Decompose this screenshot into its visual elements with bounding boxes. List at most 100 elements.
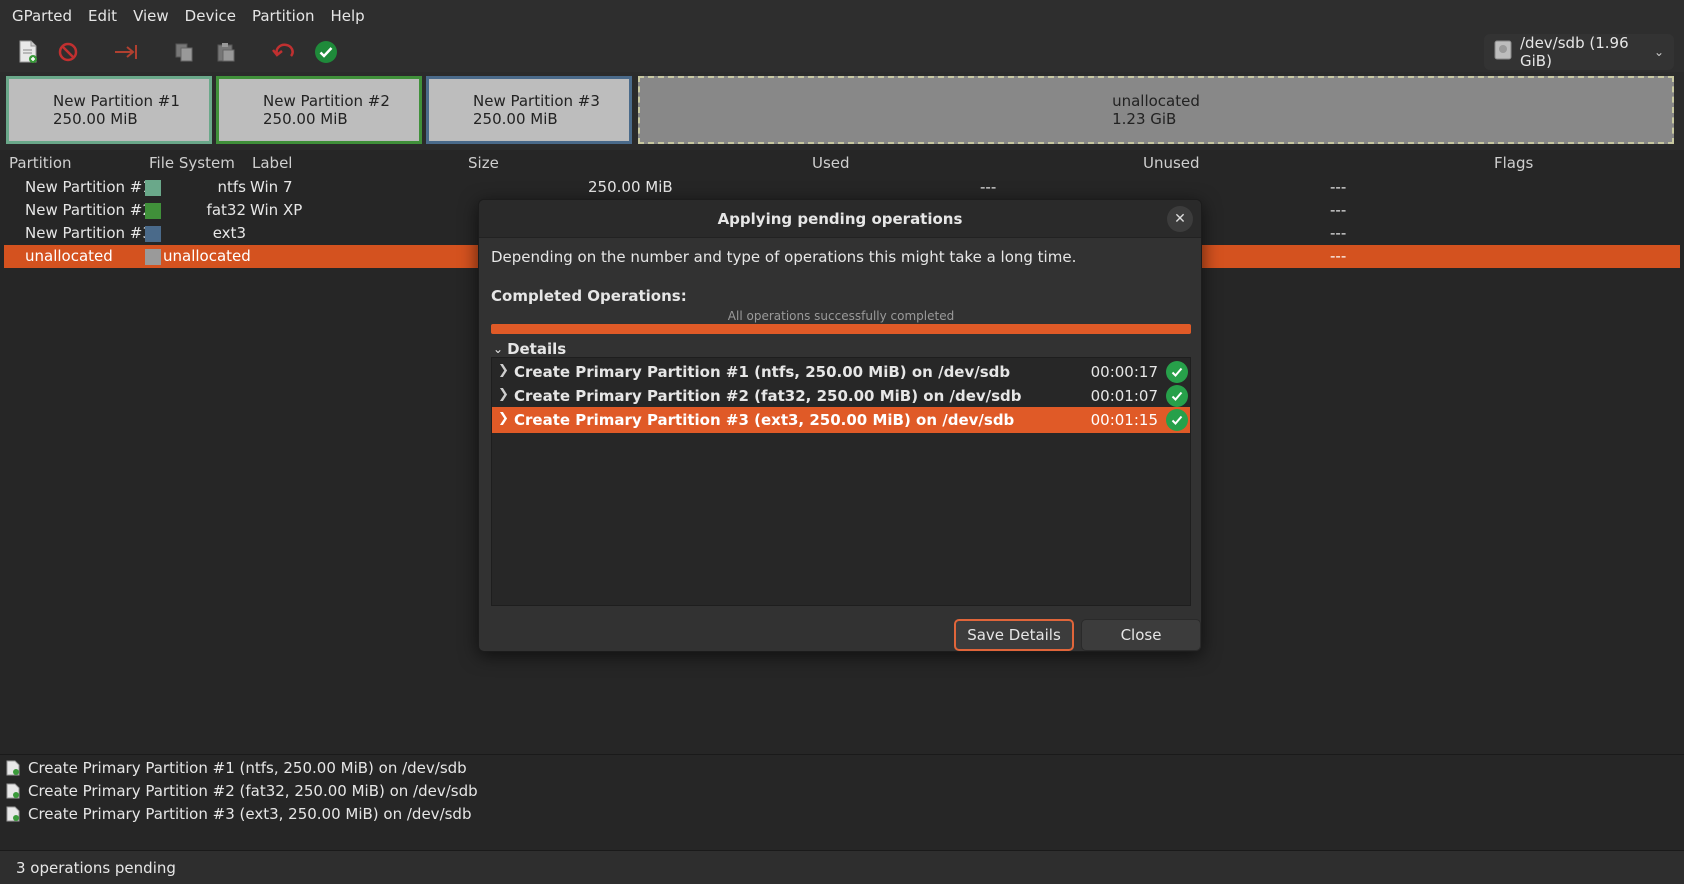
menu-gparted[interactable]: GParted: [4, 7, 80, 25]
cell-partition: New Partition #2: [25, 201, 152, 219]
chevron-right-icon[interactable]: ❯: [498, 411, 509, 426]
status-bar: 3 operations pending: [0, 850, 1684, 884]
cell-unused: ---: [1330, 224, 1347, 242]
close-icon[interactable]: ✕: [1167, 206, 1193, 232]
chevron-right-icon[interactable]: ❯: [498, 363, 509, 378]
cell-filesystem: fat32: [206, 201, 246, 219]
table-row[interactable]: New Partition #1 ntfs Win 7 250.00 MiB -…: [4, 176, 1680, 199]
column-header-unused[interactable]: Unused: [1143, 154, 1200, 172]
dialog-title: Applying pending operations: [479, 200, 1201, 238]
progress-bar-fill: [491, 324, 1191, 334]
save-details-button[interactable]: Save Details: [954, 619, 1074, 651]
cell-unused: ---: [1330, 201, 1347, 219]
new-partition-icon: [6, 760, 20, 776]
diskmap-partition-name: New Partition #3: [473, 92, 600, 110]
new-icon[interactable]: [12, 36, 44, 68]
cell-label: Win XP: [250, 201, 303, 219]
resize-icon[interactable]: [110, 36, 142, 68]
diskmap-partition-name: New Partition #2: [263, 92, 390, 110]
column-header-flags[interactable]: Flags: [1494, 154, 1533, 172]
operation-row-selected[interactable]: ❯ Create Primary Partition #3 (ext3, 250…: [492, 407, 1190, 433]
filesystem-color-swatch: [145, 180, 161, 196]
device-selector[interactable]: /dev/sdb (1.96 GiB) ⌄: [1484, 34, 1674, 70]
diskmap-partition-name: unallocated: [1112, 92, 1200, 110]
list-item[interactable]: Create Primary Partition #1 (ntfs, 250.0…: [6, 759, 467, 777]
cell-label: Win 7: [250, 178, 293, 196]
new-partition-icon: [6, 783, 20, 799]
menu-partition[interactable]: Partition: [244, 7, 323, 25]
cell-filesystem: ntfs: [217, 178, 246, 196]
list-item[interactable]: Create Primary Partition #3 (ext3, 250.0…: [6, 805, 471, 823]
column-header-partition[interactable]: Partition: [9, 154, 72, 172]
operation-row[interactable]: ❯ Create Primary Partition #1 (ntfs, 250…: [492, 359, 1190, 385]
apply-operations-dialog: Applying pending operations ✕ Depending …: [478, 199, 1202, 652]
diskmap-partition-3[interactable]: New Partition #3 250.00 MiB: [426, 76, 632, 144]
cell-size: 250.00 MiB: [588, 178, 673, 196]
toolbar: /dev/sdb (1.96 GiB) ⌄: [0, 32, 1684, 72]
pending-op-text: Create Primary Partition #3 (ext3, 250.0…: [28, 805, 472, 823]
operation-text: Create Primary Partition #1 (ntfs, 250.0…: [514, 363, 1011, 381]
menu-device[interactable]: Device: [177, 7, 244, 25]
success-check-icon: [1166, 385, 1188, 407]
diskmap-partition-size: 1.23 GiB: [1112, 110, 1177, 128]
menu-help[interactable]: Help: [323, 7, 373, 25]
menu-bar: GParted Edit View Device Partition Help: [0, 0, 1684, 32]
column-header-filesystem[interactable]: File System: [149, 154, 235, 172]
cell-filesystem: unallocated: [163, 247, 251, 265]
filesystem-color-swatch: [145, 226, 161, 242]
pending-operations-list: Create Primary Partition #1 (ntfs, 250.0…: [0, 754, 1684, 850]
diskmap-partition-size: 250.00 MiB: [53, 110, 138, 128]
dialog-message: Depending on the number and type of oper…: [491, 248, 1077, 266]
filesystem-color-swatch: [145, 249, 161, 265]
diskmap-unallocated[interactable]: unallocated 1.23 GiB: [638, 76, 1674, 144]
menu-edit[interactable]: Edit: [80, 7, 125, 25]
details-label: Details: [507, 340, 567, 358]
close-button[interactable]: Close: [1081, 619, 1201, 651]
cell-unused: ---: [1330, 247, 1347, 265]
diskmap-partition-size: 250.00 MiB: [473, 110, 558, 128]
column-header-used[interactable]: Used: [812, 154, 850, 172]
operations-details-list: ❯ Create Primary Partition #1 (ntfs, 250…: [491, 357, 1191, 606]
disk-map: New Partition #1 250.00 MiB New Partition…: [6, 74, 1676, 146]
drive-icon: [1494, 40, 1512, 64]
pending-op-text: Create Primary Partition #1 (ntfs, 250.0…: [28, 759, 467, 777]
undo-icon[interactable]: [268, 36, 300, 68]
operation-row[interactable]: ❯ Create Primary Partition #2 (fat32, 25…: [492, 383, 1190, 409]
cell-unused: ---: [1330, 178, 1347, 196]
diskmap-partition-1[interactable]: New Partition #1 250.00 MiB: [6, 76, 212, 144]
operation-time: 00:01:07: [1090, 387, 1158, 405]
progress-bar: [491, 324, 1191, 334]
copy-icon[interactable]: [168, 36, 200, 68]
column-header-label[interactable]: Label: [252, 154, 292, 172]
delete-icon[interactable]: [52, 36, 84, 68]
chevron-down-icon: ⌄: [493, 342, 504, 356]
table-header: Partition File System Label Size Used Un…: [0, 150, 1684, 176]
device-label: /dev/sdb (1.96 GiB): [1520, 34, 1629, 70]
cell-filesystem: ext3: [212, 224, 246, 242]
apply-icon[interactable]: [310, 36, 342, 68]
column-header-size[interactable]: Size: [468, 154, 499, 172]
status-text: 3 operations pending: [16, 858, 176, 877]
chevron-down-icon: ⌄: [1653, 45, 1664, 59]
cell-partition: New Partition #1: [25, 178, 152, 196]
progress-text: All operations successfully completed: [727, 309, 955, 323]
operation-time: 00:00:17: [1090, 363, 1158, 381]
operation-time: 00:01:15: [1090, 411, 1158, 429]
paste-icon[interactable]: [210, 36, 242, 68]
diskmap-partition-size: 250.00 MiB: [263, 110, 348, 128]
success-check-icon: [1166, 409, 1188, 431]
cell-partition: New Partition #3: [25, 224, 152, 242]
menu-view[interactable]: View: [125, 7, 177, 25]
diskmap-partition-2[interactable]: New Partition #2 250.00 MiB: [216, 76, 422, 144]
cell-used: ---: [980, 178, 997, 196]
success-check-icon: [1166, 361, 1188, 383]
cell-partition: unallocated: [25, 247, 113, 265]
list-item[interactable]: Create Primary Partition #2 (fat32, 250.…: [6, 782, 478, 800]
details-expander[interactable]: ⌄ Details: [493, 340, 566, 358]
chevron-right-icon[interactable]: ❯: [498, 387, 509, 402]
operation-text: Create Primary Partition #3 (ext3, 250.0…: [514, 411, 1015, 429]
operation-text: Create Primary Partition #2 (fat32, 250.…: [514, 387, 1022, 405]
new-partition-icon: [6, 806, 20, 822]
filesystem-color-swatch: [145, 203, 161, 219]
completed-operations-label: Completed Operations:: [491, 287, 687, 305]
